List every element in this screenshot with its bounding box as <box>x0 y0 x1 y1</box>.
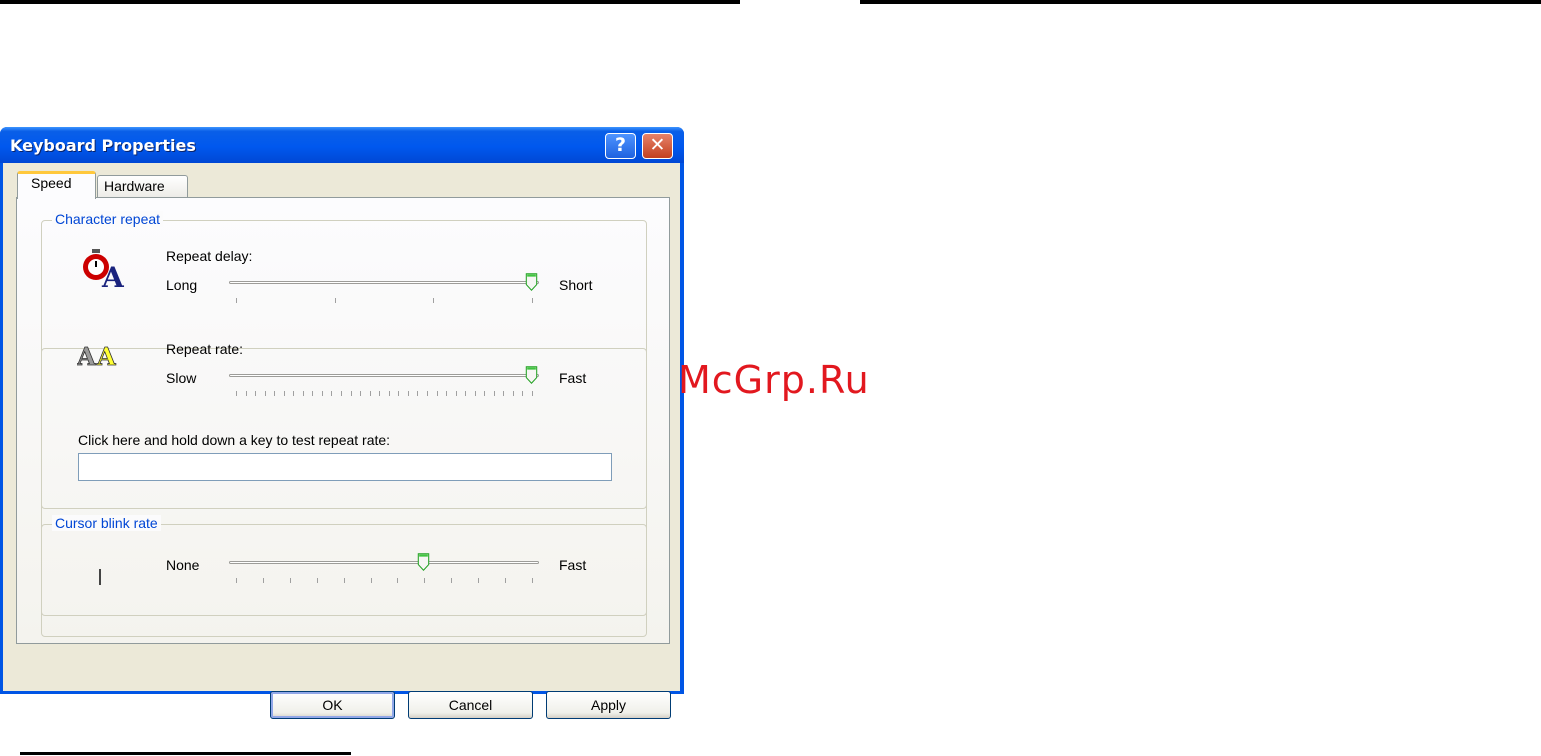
tab-speed[interactable]: Speed <box>17 171 96 199</box>
slider-tick <box>437 391 438 396</box>
close-button[interactable]: ✕ <box>642 133 673 159</box>
slider-tick <box>417 391 418 396</box>
cursor-icon <box>99 569 101 585</box>
close-icon: ✕ <box>649 134 666 156</box>
test-repeat-rate-input[interactable] <box>78 453 612 481</box>
slider-ticks <box>229 298 539 304</box>
slider-thumb[interactable] <box>417 551 430 573</box>
slider-tick <box>446 391 447 396</box>
slider-tick <box>274 391 275 396</box>
slider-tick <box>379 391 380 396</box>
slider-tick <box>360 391 361 396</box>
cursor-blink-label: Cursor blink rate <box>52 515 161 531</box>
cursor-blink-slider[interactable] <box>229 553 539 591</box>
slider-tick <box>532 578 533 583</box>
slider-tick <box>335 298 336 303</box>
slider-tick <box>265 391 266 396</box>
slider-tick <box>451 578 452 583</box>
slider-tick <box>331 391 332 396</box>
slider-track[interactable] <box>229 561 539 564</box>
repeat-rate-slider[interactable] <box>229 366 539 404</box>
svg-text:A: A <box>101 261 125 289</box>
slider-ticks <box>229 391 539 397</box>
slider-tick <box>284 391 285 396</box>
slider-tick <box>475 391 476 396</box>
cancel-button[interactable]: Cancel <box>408 691 533 719</box>
repeat-rate-max-label: Fast <box>559 370 587 386</box>
slider-tick <box>433 298 434 303</box>
keyboard-properties-window: Keyboard Properties ? ✕ Speed Hardware C… <box>0 127 684 719</box>
slider-tick <box>513 391 514 396</box>
help-button[interactable]: ? <box>605 133 636 159</box>
slider-tick <box>478 578 479 583</box>
slider-track[interactable] <box>229 374 539 377</box>
slider-tick <box>456 391 457 396</box>
slider-tick <box>370 391 371 396</box>
slider-thumb[interactable] <box>525 271 538 293</box>
dialog-client-area: Speed Hardware Character repeat A Repeat… <box>3 163 680 719</box>
slider-tick <box>505 578 506 583</box>
cursor-blink-min-label: None <box>166 557 200 573</box>
slider-tick <box>236 391 237 396</box>
slider-tick <box>371 578 372 583</box>
slider-tick <box>312 391 313 396</box>
apply-button[interactable]: Apply <box>546 691 671 719</box>
slider-tick <box>290 578 291 583</box>
tab-hardware-label: Hardware <box>104 178 165 194</box>
slider-tick <box>344 578 345 583</box>
repeat-delay-label: Repeat delay: <box>166 248 253 264</box>
slider-tick <box>424 578 425 583</box>
repeat-delay-icon: A <box>83 249 125 289</box>
ok-button[interactable]: OK <box>270 691 395 719</box>
bottom-left-rule <box>20 752 351 755</box>
repeat-rate-icon: A A <box>77 342 116 371</box>
slider-tick <box>532 391 533 396</box>
svg-text:A: A <box>77 342 96 371</box>
help-icon: ? <box>614 134 627 156</box>
slider-tick <box>263 578 264 583</box>
slider-tick <box>303 391 304 396</box>
slider-tick <box>397 578 398 583</box>
slider-tick <box>522 391 523 396</box>
slider-tick <box>465 391 466 396</box>
slider-tick <box>293 391 294 396</box>
repeat-delay-slider[interactable] <box>229 273 539 311</box>
slider-tick <box>351 391 352 396</box>
cursor-blink-frame: Cursor blink rate None Fast <box>41 515 647 616</box>
svg-text:A: A <box>96 342 116 371</box>
slider-tick <box>494 391 495 396</box>
top-right-rule <box>860 0 1541 4</box>
slider-tick <box>317 578 318 583</box>
top-left-rule <box>0 0 740 4</box>
slider-tick <box>427 391 428 396</box>
slider-tick <box>236 578 237 583</box>
cursor-blink-max-label: Fast <box>559 557 587 573</box>
slider-tick <box>255 391 256 396</box>
tab-hardware[interactable]: Hardware <box>97 175 188 198</box>
repeat-rate-min-label: Slow <box>166 370 197 386</box>
slider-tick <box>246 391 247 396</box>
repeat-rate-label: Repeat rate: <box>166 341 244 357</box>
watermark: McGrp.Ru <box>678 358 870 402</box>
slider-thumb[interactable] <box>525 364 538 386</box>
character-repeat-frame: Character repeat A Repeat delay: Long Sh… <box>41 211 647 509</box>
slider-tick <box>532 298 533 303</box>
title-bar[interactable]: Keyboard Properties ? ✕ <box>0 127 684 163</box>
slider-tick <box>341 391 342 396</box>
slider-tick <box>503 391 504 396</box>
slider-tick <box>389 391 390 396</box>
tab-speed-label: Speed <box>31 175 72 191</box>
test-repeat-rate-label: Click here and hold down a key to test r… <box>78 432 391 448</box>
window-title: Keyboard Properties <box>10 136 196 155</box>
repeat-delay-max-label: Short <box>559 277 593 293</box>
slider-tick <box>484 391 485 396</box>
slider-tick <box>398 391 399 396</box>
slider-ticks <box>229 578 539 584</box>
slider-tick <box>408 391 409 396</box>
slider-track[interactable] <box>229 281 539 284</box>
slider-tick <box>322 391 323 396</box>
slider-tick <box>236 298 237 303</box>
character-repeat-label: Character repeat <box>52 211 164 227</box>
repeat-delay-min-label: Long <box>166 277 198 293</box>
